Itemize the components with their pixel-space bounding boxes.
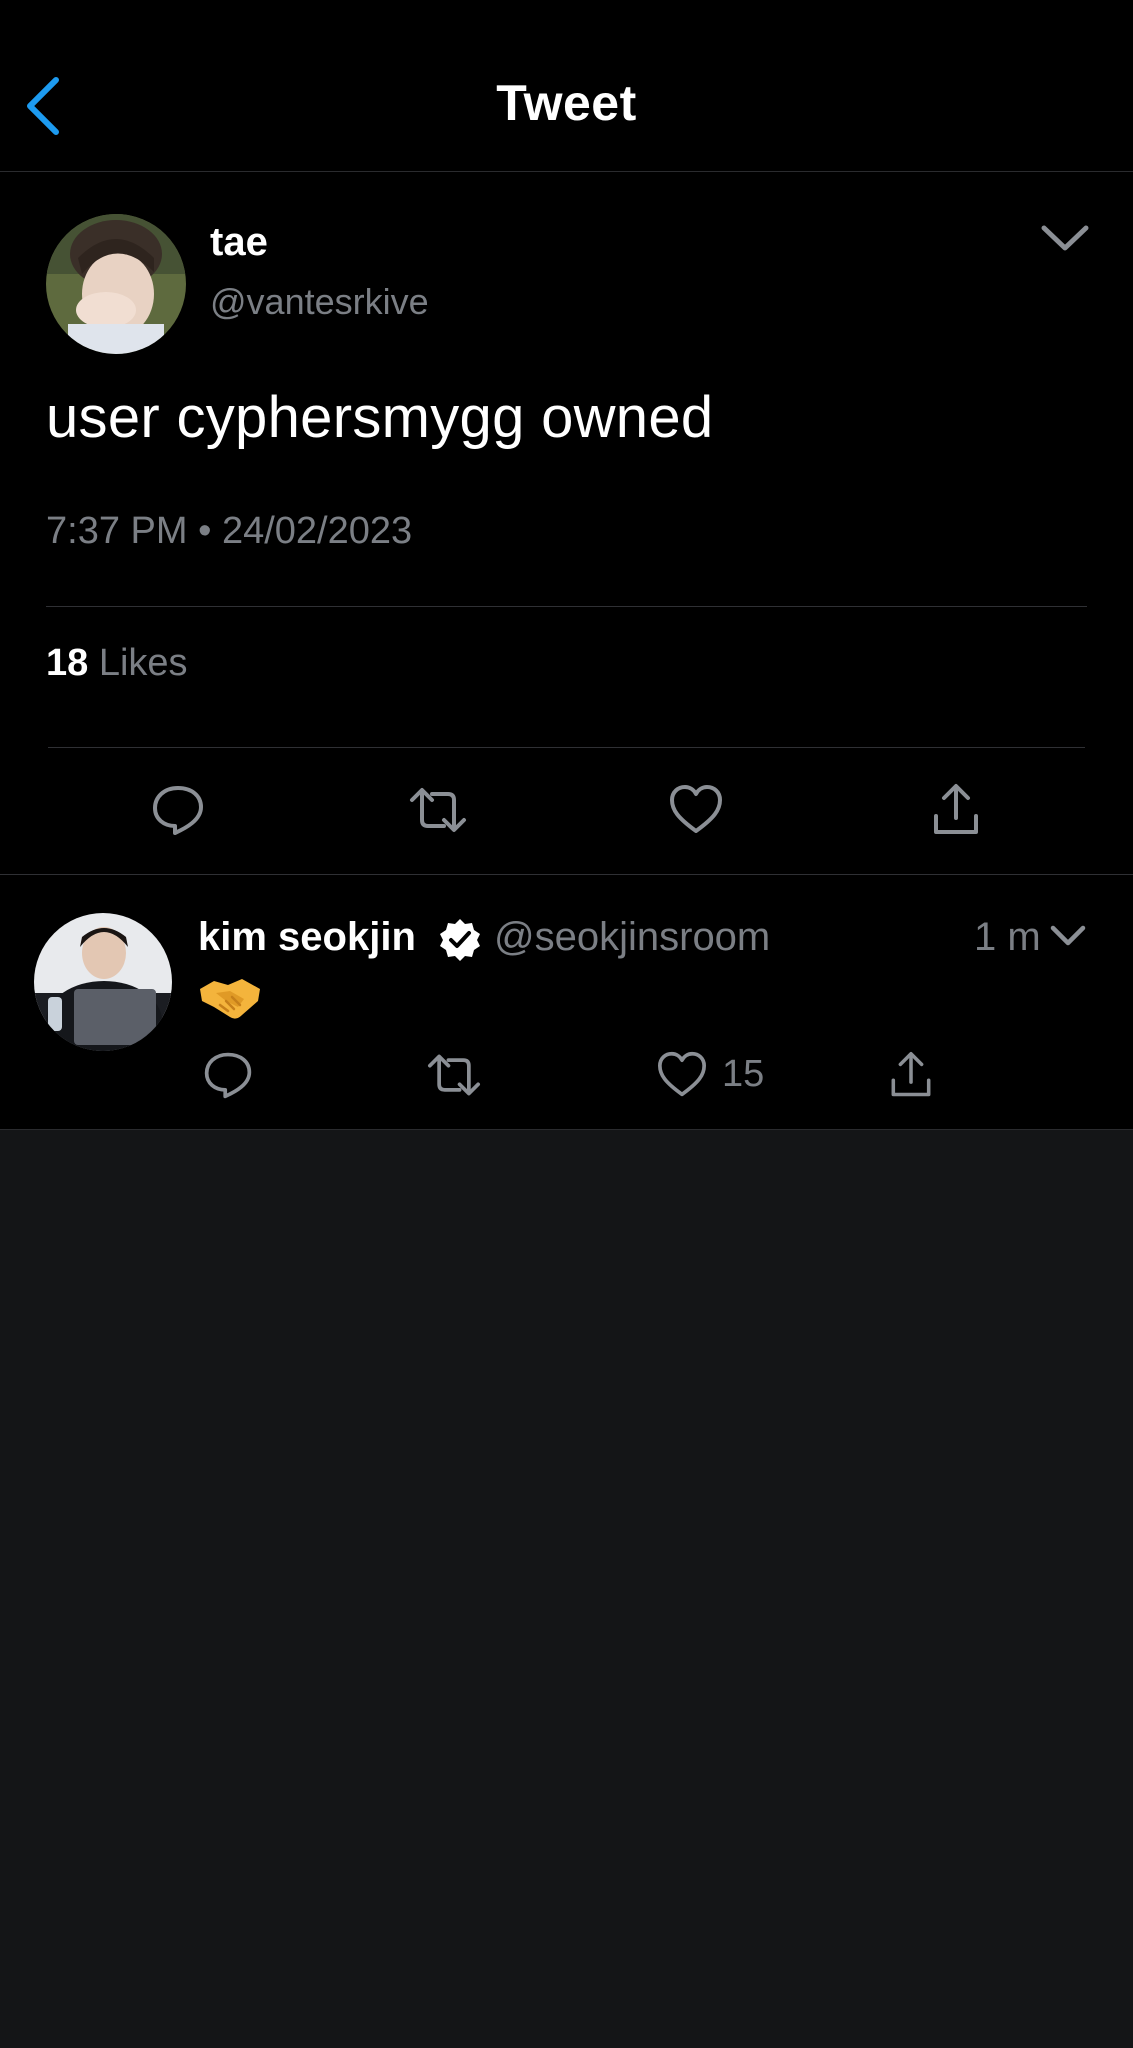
- reply-share-button[interactable]: [888, 1049, 934, 1101]
- chevron-down-icon: [1050, 925, 1086, 946]
- heart-icon: [670, 785, 722, 833]
- author-handle[interactable]: @vantesrkive: [210, 281, 429, 323]
- reply-reply-button[interactable]: [202, 1049, 254, 1101]
- header-bar: Tweet: [0, 0, 1133, 172]
- jin-avatar[interactable]: [34, 913, 172, 1051]
- heart-icon: [658, 1051, 706, 1097]
- reply-author-handle[interactable]: @seokjinsroom: [494, 915, 770, 960]
- tweet-text: user cyphersmygg owned: [46, 385, 714, 450]
- tweet-detail-panel: Tweet tae @vantesrkive user cyphersmygg …: [0, 0, 1133, 1130]
- share-icon: [934, 784, 978, 834]
- reply-icon: [153, 786, 203, 835]
- tweet-more-button[interactable]: [1036, 220, 1094, 256]
- reply-author-name[interactable]: kim seokjin: [198, 915, 416, 960]
- reply-like-count: 15: [722, 1053, 765, 1095]
- reply-icon: [204, 1052, 252, 1099]
- reply-tweet[interactable]: kim seokjin @seokjinsroom 1 m 15: [0, 874, 1133, 1130]
- likes-count: 18: [46, 642, 89, 684]
- divider: [48, 747, 1085, 748]
- verified-badge-icon: [440, 919, 480, 961]
- tweet-date: 24/02/2023: [221, 510, 413, 552]
- reply-more-button[interactable]: [1048, 921, 1088, 951]
- page-title: Tweet: [496, 75, 637, 131]
- handshake-emoji-icon: [200, 979, 260, 1019]
- chevron-down-icon: [1041, 225, 1089, 251]
- like-button[interactable]: [668, 784, 724, 836]
- reply-like-button[interactable]: [656, 1051, 708, 1099]
- share-button[interactable]: [930, 782, 982, 838]
- author-name[interactable]: tae: [210, 220, 268, 265]
- tweet-time: 7:37 PM: [46, 510, 188, 552]
- tweet-timestamp: 7:37 PM • 24/02/2023: [46, 510, 412, 553]
- reply-time: 1 m: [974, 915, 1041, 959]
- tae-avatar[interactable]: [46, 214, 186, 354]
- reply-button[interactable]: [150, 782, 206, 838]
- share-icon: [891, 1052, 931, 1097]
- retweet-icon: [428, 1054, 480, 1096]
- retweet-button[interactable]: [408, 782, 468, 838]
- reply-retweet-button[interactable]: [426, 1049, 482, 1101]
- retweet-icon: [410, 788, 466, 832]
- divider: [46, 606, 1087, 607]
- likes-label: Likes: [98, 642, 188, 684]
- meta-separator: •: [198, 510, 212, 552]
- likes-count-link[interactable]: 18 Likes: [46, 642, 188, 685]
